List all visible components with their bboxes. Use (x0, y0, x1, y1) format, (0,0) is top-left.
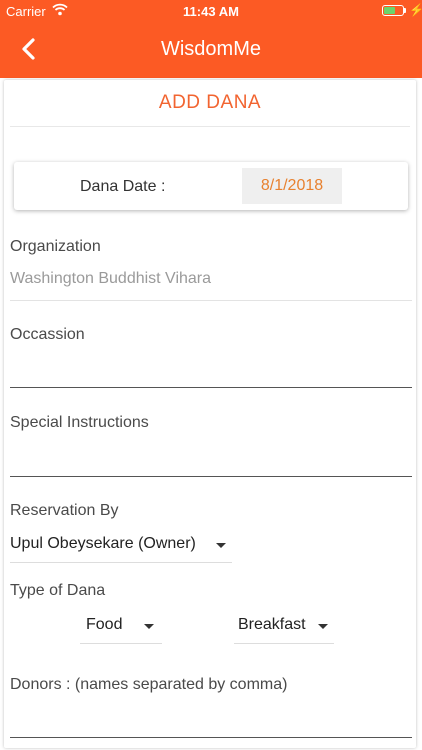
status-time: 11:43 AM (183, 4, 239, 19)
app-title: WisdomMe (160, 38, 261, 60)
dropdown-arrow-icon (216, 543, 226, 548)
meal-dropdown[interactable]: Breakfast (234, 616, 334, 644)
dropdown-arrow-icon (318, 624, 328, 629)
dana-type-value: Food (86, 616, 123, 633)
special-instructions-label: Special Instructions (10, 414, 149, 431)
dana-date-row: Dana Date : 8/1/2018 (14, 162, 408, 210)
organization-divider (10, 300, 412, 301)
occassion-input[interactable] (10, 352, 412, 388)
navigation-bar: WisdomMe (0, 22, 422, 78)
type-of-dana-label: Type of Dana (10, 582, 106, 599)
reservation-by-label: Reservation By (10, 502, 119, 519)
charging-icon: ⚡ (409, 3, 422, 17)
organization-label: Organization (10, 238, 101, 255)
reservation-by-dropdown[interactable]: Upul Obeysekare (Owner) (10, 535, 232, 563)
occassion-label: Occassion (10, 326, 85, 343)
donors-label: Donors : (names separated by comma) (10, 676, 288, 693)
reservation-by-value: Upul Obeysekare (Owner) (10, 535, 196, 552)
form-title: ADD DANA (158, 92, 262, 113)
organization-value: Washington Buddhist Vihara (10, 270, 212, 287)
donors-input[interactable] (10, 702, 412, 738)
status-bar: Carrier 11:43 AM ⚡ (0, 0, 422, 22)
dana-date-picker[interactable]: 8/1/2018 (242, 168, 342, 204)
battery-tip (404, 8, 406, 13)
battery-icon (382, 5, 404, 16)
dana-type-dropdown[interactable]: Food (80, 616, 162, 644)
dropdown-arrow-icon (144, 624, 154, 629)
meal-value: Breakfast (238, 616, 306, 633)
special-instructions-input[interactable] (10, 440, 412, 477)
title-divider (10, 126, 410, 127)
dana-date-label: Dana Date : (80, 178, 166, 195)
add-dana-form: ADD DANA Dana Date : 8/1/2018 Organizati… (4, 80, 416, 748)
